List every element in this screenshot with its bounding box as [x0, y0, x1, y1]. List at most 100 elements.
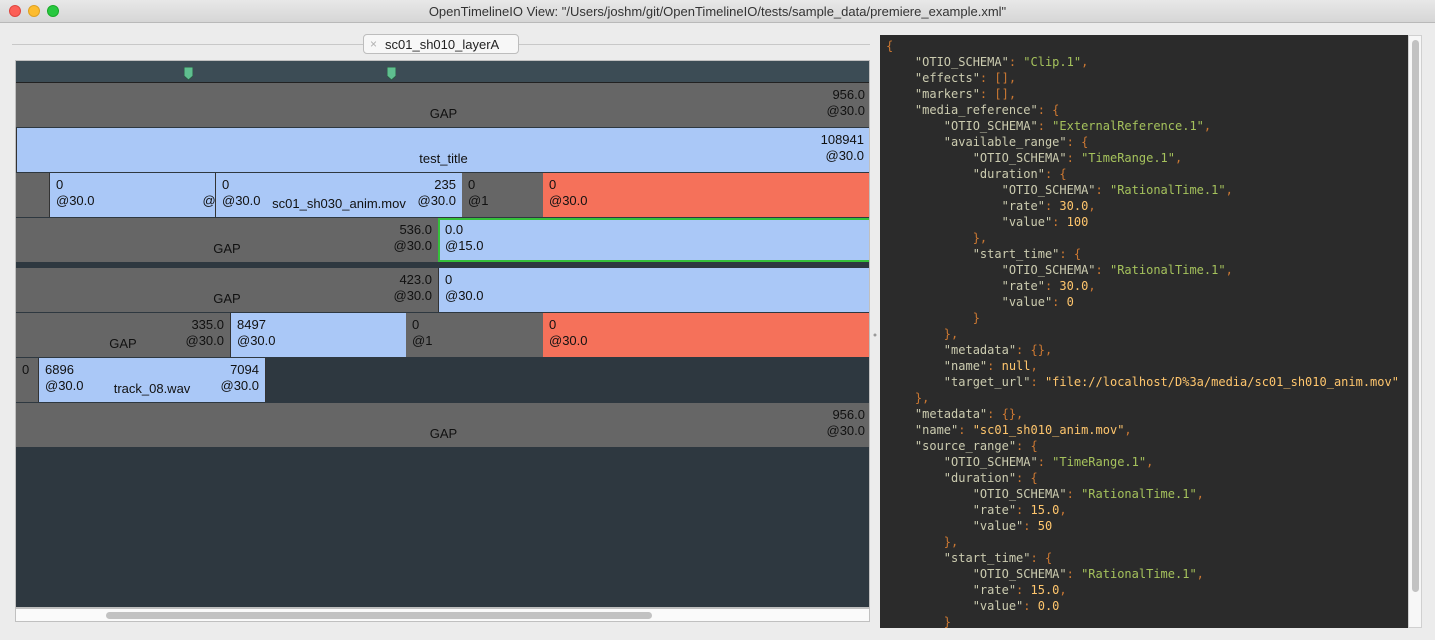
- clip-time-rate-start: @30.0: [237, 333, 276, 348]
- json-token: "available_range": [886, 135, 1067, 149]
- json-token: : {},: [1016, 343, 1053, 357]
- json-token: :: [1066, 567, 1082, 581]
- clip-time-end: 235: [434, 177, 456, 192]
- json-token: "OTIO_SCHEMA": [886, 567, 1067, 581]
- json-token: "value": [886, 519, 1024, 533]
- clip-time-end: 536.0: [399, 222, 432, 237]
- json-line: "start_time": {: [886, 247, 1081, 263]
- json-token: "Clip.1": [1023, 55, 1082, 69]
- gap-item[interactable]: 335.0 @30.0 GAP: [16, 313, 230, 357]
- clip-time-end: 7094: [230, 362, 259, 377]
- json-token: "OTIO_SCHEMA": [886, 55, 1009, 69]
- timeline-view[interactable]: 956.0 @30.0 GAP 108941 @30.0 test_title 0 @30.0…: [15, 60, 870, 608]
- json-token: ,: [1059, 503, 1067, 517]
- json-line: "rate": 30.0,: [886, 279, 1096, 295]
- json-token: "media_reference": [886, 103, 1038, 117]
- json-token: ,: [1225, 263, 1233, 277]
- json-token: ,: [1088, 279, 1096, 293]
- json-token: :: [979, 71, 995, 85]
- marker-icon[interactable]: [387, 67, 396, 81]
- json-token: 0: [1066, 295, 1074, 309]
- json-line: "source_range": {: [886, 439, 1038, 455]
- json-line: "name": null,: [886, 359, 1038, 375]
- json-line: "duration": {: [886, 471, 1038, 487]
- json-line: "OTIO_SCHEMA": "Clip.1",: [886, 55, 1088, 71]
- json-token: :: [1030, 375, 1045, 389]
- json-line: "effects": [],: [886, 71, 1016, 87]
- json-line: "OTIO_SCHEMA": "RationalTime.1",: [886, 567, 1204, 583]
- json-token: :: [1052, 215, 1067, 229]
- json-token: "OTIO_SCHEMA": [886, 151, 1067, 165]
- json-token: "metadata": [886, 407, 988, 421]
- clip-time-end: 956.0: [832, 407, 865, 422]
- json-token: },: [886, 231, 988, 245]
- json-inspector[interactable]: { "OTIO_SCHEMA": "Clip.1", "effects": []…: [880, 35, 1408, 628]
- vertical-scrollbar[interactable]: [1408, 35, 1422, 628]
- json-token: }: [886, 311, 980, 325]
- time-ruler[interactable]: [16, 61, 869, 83]
- gap-item[interactable]: 423.0 @30.0 GAP: [16, 268, 438, 312]
- json-token: : {: [1037, 103, 1060, 117]
- horizontal-scroll-thumb[interactable]: [106, 612, 652, 619]
- clip-item[interactable]: 0 @30.0 235 @30.0 sc01_sh030_anim.mov: [215, 173, 463, 217]
- json-token: "effects": [886, 71, 980, 85]
- track-row: 335.0@30.0GAP8497@30.08667@30.00@1131.0@…: [16, 313, 869, 357]
- clip-name: GAP: [429, 426, 458, 441]
- clip-item[interactable]: 0@30.0100@30.0: [438, 268, 869, 312]
- json-token: ,: [1088, 199, 1096, 213]
- json-token: ,: [1081, 55, 1089, 69]
- json-token: : {},: [987, 407, 1024, 421]
- clip-item[interactable]: 0.0@15.050.0@15.0: [438, 218, 869, 262]
- horizontal-scrollbar[interactable]: [15, 608, 870, 622]
- clip-name: track_08.wav: [113, 381, 191, 396]
- clip-name: sc01_sh010_anim: [543, 196, 869, 211]
- json-line: "OTIO_SCHEMA": "TimeRange.1",: [886, 455, 1154, 471]
- marker-icon[interactable]: [184, 67, 193, 81]
- json-token: : {: [1016, 471, 1038, 485]
- json-token: :: [979, 87, 995, 101]
- json-line: "duration": {: [886, 167, 1067, 183]
- json-token: "RationalTime.1": [1109, 183, 1226, 197]
- json-line: "rate": 15.0,: [886, 583, 1067, 599]
- gap-item[interactable]: 956.0 @30.0 GAP: [16, 403, 869, 447]
- splitter-handle[interactable]: [873, 325, 877, 337]
- close-tab-icon[interactable]: ×: [370, 37, 377, 51]
- clip-item[interactable]: 108941 @30.0 test_title: [16, 128, 869, 172]
- clip-time-start: 6896: [45, 362, 74, 377]
- track-row: 536.0@30.0GAP0.0@15.050.0@15.0: [16, 218, 869, 262]
- json-line: "markers": [],: [886, 87, 1016, 103]
- gap-item[interactable]: 956.0 @30.0 GAP: [16, 83, 869, 127]
- json-line: {: [886, 39, 893, 55]
- json-token: ,: [1146, 455, 1154, 469]
- clip-name: GAP: [213, 241, 241, 256]
- json-token: ,: [1175, 151, 1183, 165]
- gap-item[interactable]: 0: [16, 358, 38, 402]
- clip-time-rate-start: @30.0: [56, 193, 95, 208]
- tab-label: sc01_sh010_layerA: [385, 37, 500, 52]
- json-token: },: [886, 391, 930, 405]
- json-line: "value": 0.0: [886, 599, 1060, 615]
- json-token: :: [1023, 519, 1038, 533]
- json-token: 15.0: [1030, 583, 1060, 597]
- json-token: "ExternalReference.1": [1052, 119, 1204, 133]
- tab-sc01-sh010-layera[interactable]: × sc01_sh010_layerA: [363, 34, 519, 54]
- json-line: "available_range": {: [886, 135, 1089, 151]
- clip-item[interactable]: 6896 @30.0 7094 @30.0 track_08.wav: [38, 358, 266, 402]
- track-row: 423.0@30.0GAP0@30.0100@30.0: [16, 268, 869, 312]
- clip-item[interactable]: 0@30.0320@30.0sc01_sh010_anim: [543, 173, 869, 217]
- json-token: "source_range": [886, 439, 1017, 453]
- vertical-scroll-thumb[interactable]: [1412, 40, 1419, 592]
- json-line: "OTIO_SCHEMA": "ExternalReference.1",: [886, 119, 1211, 135]
- gap-item[interactable]: 536.0 @30.0 GAP: [16, 218, 438, 262]
- clip-name: test_title: [419, 151, 468, 166]
- gap-item[interactable]: [16, 173, 49, 217]
- clip-item[interactable]: 0@30.0294@30.0sc01_sh010_anim: [543, 313, 869, 357]
- clip-time-start: 0.0: [445, 222, 464, 237]
- title-bar: OpenTimelineIO View: "/Users/joshm/git/O…: [0, 0, 1435, 23]
- json-token: ,: [1008, 71, 1017, 85]
- clip-time-start: 8497: [237, 317, 266, 332]
- json-token: :: [1023, 599, 1038, 613]
- clip-time-start: 0: [445, 272, 453, 287]
- clip-time-start: 0: [468, 177, 476, 192]
- clip-time-rate-start: @15.0: [445, 238, 484, 253]
